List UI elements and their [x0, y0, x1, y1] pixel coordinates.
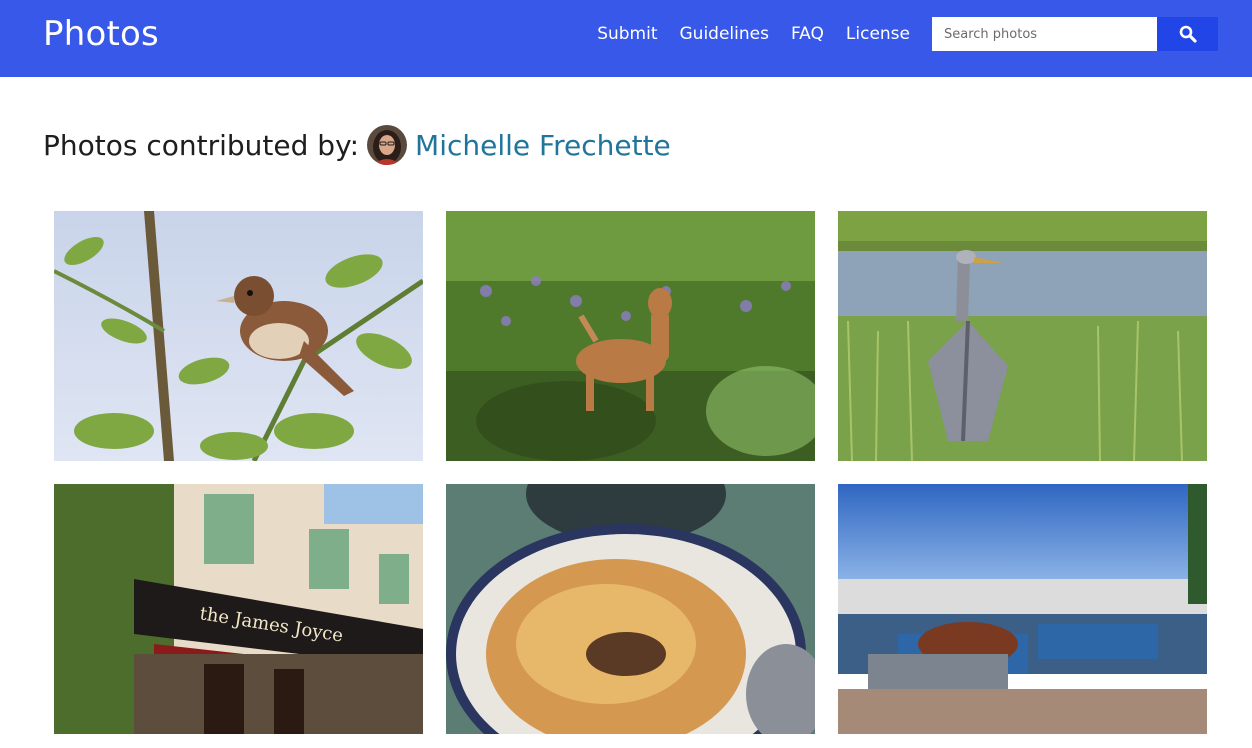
sparrow-photo[interactable] — [54, 211, 423, 461]
search-form — [932, 17, 1218, 51]
deer-photo[interactable] — [446, 211, 815, 461]
search-icon — [1179, 25, 1197, 43]
page-title: Photos contributed by: Michelle Frechett… — [43, 124, 671, 166]
site-logo[interactable]: Photos — [43, 12, 159, 56]
main-nav: Submit Guidelines FAQ License — [597, 22, 910, 46]
page-title-prefix: Photos contributed by: — [43, 128, 360, 162]
avatar — [367, 125, 408, 165]
heron-photo[interactable] — [838, 211, 1207, 461]
search-input[interactable] — [932, 17, 1157, 51]
nav-link-submit[interactable]: Submit — [597, 22, 657, 46]
nav-link-license[interactable]: License — [846, 22, 910, 46]
photo-grid: the James Joyce — [54, 211, 1207, 734]
nav-link-faq[interactable]: FAQ — [791, 22, 824, 46]
pub-photo[interactable]: the James Joyce — [54, 484, 423, 734]
contributor-name-link[interactable]: Michelle Frechette — [415, 129, 671, 162]
search-button[interactable] — [1157, 17, 1218, 51]
food-photo[interactable] — [446, 484, 815, 734]
site-header: Photos Submit Guidelines FAQ License — [0, 0, 1252, 77]
harbor-photo[interactable] — [838, 484, 1207, 734]
nav-link-guidelines[interactable]: Guidelines — [680, 22, 769, 46]
